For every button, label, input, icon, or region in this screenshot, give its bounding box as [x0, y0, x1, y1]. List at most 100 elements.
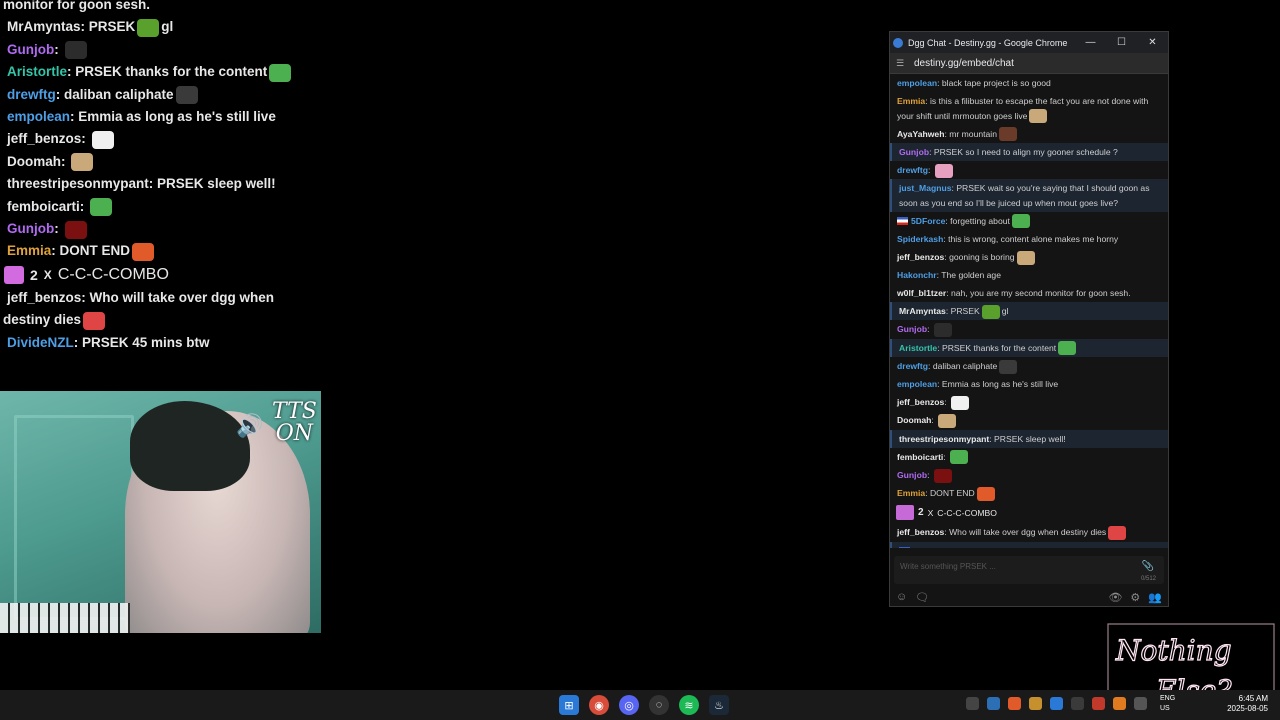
- tts-line2: ON: [275, 421, 314, 446]
- chat-username[interactable]: jeff_benzos: [897, 397, 944, 407]
- chat-username[interactable]: drewftg: [897, 165, 928, 175]
- discord-icon[interactable]: ◎: [619, 695, 639, 715]
- chat-input[interactable]: Write something PRSEK ... 📎 0/512: [894, 556, 1164, 584]
- visibility-icon[interactable]: 👁: [1108, 591, 1122, 604]
- chat-text: is this a filibuster to escape the fact …: [897, 96, 1149, 121]
- start-icon[interactable]: ⊞: [559, 695, 579, 715]
- url-text[interactable]: destiny.gg/embed/chat: [914, 58, 1014, 69]
- emote-icon: [950, 450, 969, 465]
- maximize-button[interactable]: ☐: [1106, 37, 1137, 48]
- overlay-message: threestripesonmypant: PRSEK sleep well!: [7, 176, 276, 192]
- chat-text: nah, you are my second monitor for goon …: [950, 288, 1131, 299]
- steam-icon[interactable]: ♨: [709, 695, 729, 715]
- emote-icon[interactable]: ☺: [896, 591, 907, 603]
- overlay-message: jeff_benzos: Who will take over dgg when: [7, 289, 275, 305]
- chat-username[interactable]: Doomah: [897, 415, 931, 425]
- obs-icon[interactable]: ◌: [649, 695, 669, 715]
- chat-username[interactable]: w0lf_bl1tzer: [897, 288, 946, 298]
- chat-username[interactable]: AyaYahweh: [897, 129, 944, 139]
- chat-username[interactable]: DivideNZL: [913, 546, 956, 548]
- overlay-message: Aristortle: PRSEK thanks for the content: [0, 61, 330, 83]
- chat-username[interactable]: jeff_benzos: [897, 252, 944, 262]
- chat-username[interactable]: just_Magnus: [899, 183, 952, 193]
- combo-x: X: [927, 507, 934, 518]
- chat-username[interactable]: Gunjob: [897, 324, 927, 334]
- chat-username[interactable]: drewftg: [897, 361, 928, 371]
- overlay-text: monitor for goon sesh.: [3, 0, 150, 12]
- chat-input-placeholder: Write something PRSEK ...: [900, 562, 996, 571]
- chat-text: gooning is boring: [949, 251, 1015, 262]
- overlay-username: jeff_benzos: [7, 131, 82, 147]
- tray-bluetooth-icon[interactable]: [1071, 697, 1084, 710]
- address-bar[interactable]: ☰ destiny.gg/embed/chat: [890, 53, 1168, 74]
- chat-text: PRSEK: [950, 306, 980, 317]
- combo-count: 2: [918, 507, 924, 519]
- emote-icon: [175, 86, 198, 105]
- emote-icon: [1011, 214, 1030, 229]
- overlay-message: Doomah:: [0, 151, 330, 173]
- tray-store-icon[interactable]: [1050, 697, 1063, 710]
- combo-emote-icon: [896, 505, 914, 521]
- emote-icon: [976, 486, 995, 501]
- attach-icon[interactable]: 📎: [1142, 561, 1154, 572]
- chat-username[interactable]: empolean: [897, 78, 937, 88]
- tray-chevron-icon[interactable]: [966, 697, 979, 710]
- site-settings-icon[interactable]: ☰: [896, 58, 908, 69]
- chat-message: Spiderkash: this is wrong, content alone…: [897, 233, 1119, 244]
- spotify-icon[interactable]: ≋: [679, 695, 699, 715]
- chat-username[interactable]: empolean: [897, 379, 937, 389]
- settings-icon[interactable]: ⚙: [1130, 591, 1140, 604]
- taskbar: ⊞ ◉ ◎ ◌ ≋ ♨ ENG US 6:45 AM 2025-08-05: [0, 690, 1280, 720]
- chat-message: threestripesonmypant: PRSEK sleep well!: [890, 429, 1168, 448]
- chrome-icon[interactable]: ◉: [589, 695, 609, 715]
- speaker-icon: 🔊: [236, 413, 264, 438]
- chat-username[interactable]: Spiderkash: [897, 234, 943, 244]
- chat-message: jeff_benzos: Who will take over dgg when…: [890, 523, 1168, 541]
- chat-username[interactable]: 5DForce: [911, 216, 945, 226]
- chat-username[interactable]: Aristortle: [899, 343, 937, 353]
- chat-username[interactable]: jeff_benzos: [897, 527, 944, 537]
- chat-username[interactable]: MrAmyntas: [899, 306, 946, 316]
- emote-icon: [999, 359, 1018, 374]
- language-indicator[interactable]: ENG US: [1160, 694, 1175, 714]
- chat-username[interactable]: Emmia: [897, 96, 925, 106]
- emote-icon: [934, 163, 953, 178]
- chat-username[interactable]: Hakonchr: [897, 270, 937, 280]
- chat-message: femboicarti:: [890, 448, 1168, 466]
- chat-username[interactable]: femboicarti: [897, 452, 943, 462]
- window-titlebar[interactable]: Dgg Chat - Destiny.gg - Google Chrome — …: [890, 32, 1168, 53]
- overlay-message: jeff_benzos:: [0, 128, 330, 150]
- chat-messages[interactable]: empolean: black tape project is so good E…: [890, 74, 1168, 548]
- chat-app-icon: [893, 37, 903, 48]
- whisper-icon[interactable]: 🗨: [915, 591, 929, 604]
- emote-icon: [933, 468, 952, 483]
- chat-username[interactable]: Gunjob: [897, 470, 927, 480]
- overlay-username: MrAmyntas: [7, 19, 81, 35]
- chat-username[interactable]: threestripesonmypant: [899, 434, 989, 444]
- chat-message: drewftg: daliban caliphate: [890, 357, 1168, 375]
- clock[interactable]: 6:45 AM 2025-08-05: [1227, 694, 1268, 714]
- users-icon[interactable]: 👥: [1148, 591, 1162, 604]
- emote-icon: [1029, 109, 1048, 124]
- chat-text: Who will take over dgg when destiny dies: [949, 527, 1107, 538]
- overlay-combo: 2 X C-C-C-COMBO: [0, 263, 330, 287]
- tray-search-icon[interactable]: [1113, 697, 1126, 710]
- close-button[interactable]: ✕: [1137, 37, 1168, 48]
- chat-username[interactable]: Emmia: [897, 488, 925, 498]
- emote-icon: [64, 220, 87, 239]
- clock-time: 6:45 AM: [1238, 694, 1268, 703]
- tray-record-icon[interactable]: [1092, 697, 1105, 710]
- tray-steam-icon[interactable]: [987, 697, 1000, 710]
- chat-after-text: gl: [1001, 306, 1009, 317]
- tray-mic-icon[interactable]: [1134, 697, 1147, 710]
- chrome-chat-window: Dgg Chat - Destiny.gg - Google Chrome — …: [889, 31, 1169, 607]
- overlay-text: PRSEK: [88, 19, 136, 35]
- chat-message: jeff_benzos:: [890, 393, 1168, 411]
- minimize-button[interactable]: —: [1075, 37, 1106, 48]
- tray-brave-icon[interactable]: [1008, 697, 1021, 710]
- chat-username[interactable]: Gunjob: [899, 147, 929, 157]
- tray-app-icon[interactable]: [1029, 697, 1042, 710]
- chat-message: w0lf_bl1tzer: nah, you are my second mon…: [897, 288, 1131, 299]
- overlay-message: empolean: Emmia as long as he's still li…: [7, 109, 276, 125]
- clock-date: 2025-08-05: [1227, 704, 1268, 713]
